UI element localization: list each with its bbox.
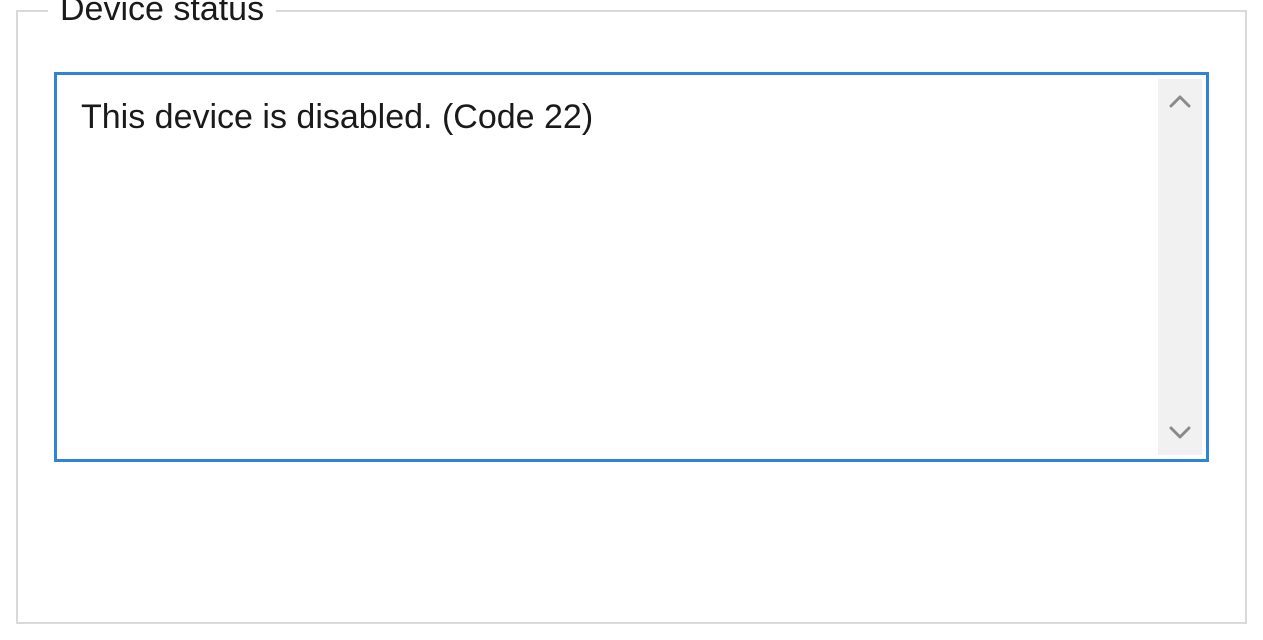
chevron-down-icon	[1169, 426, 1191, 440]
device-status-message: This device is disabled. (Code 22)	[81, 95, 1150, 139]
scroll-down-button[interactable]	[1158, 411, 1202, 455]
device-status-group: Device status This device is disabled. (…	[16, 10, 1247, 624]
chevron-up-icon	[1169, 94, 1191, 108]
device-status-legend: Device status	[48, 0, 276, 29]
device-status-textbox[interactable]: This device is disabled. (Code 22)	[54, 72, 1209, 462]
scroll-up-button[interactable]	[1158, 79, 1202, 123]
scrollbar[interactable]	[1158, 79, 1202, 455]
